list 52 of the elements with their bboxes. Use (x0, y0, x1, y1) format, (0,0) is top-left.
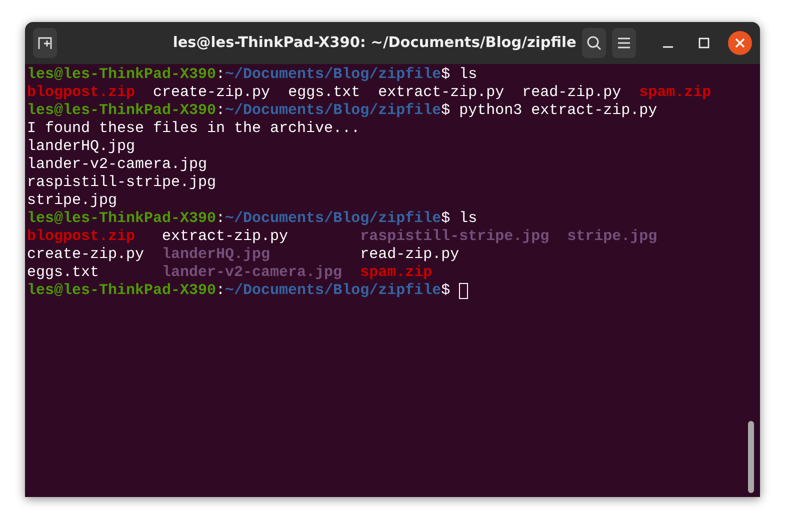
output-line: landerHQ.jpg (27, 138, 136, 156)
file-name: read-zip.py (522, 84, 622, 102)
file-name: eggs.txt (288, 84, 360, 102)
file-name: stripe.jpg (567, 228, 658, 246)
prompt-path: ~/Documents/Blog/zipfile (225, 282, 442, 300)
search-icon (586, 35, 602, 51)
prompt-path: ~/Documents/Blog/zipfile (225, 66, 442, 84)
maximize-icon (698, 37, 710, 49)
output-line: raspistill-stripe.jpg (27, 174, 216, 192)
command-text: ls (459, 210, 478, 228)
new-tab-icon (36, 35, 53, 51)
menu-button[interactable] (612, 28, 636, 58)
prompt-sign: $ (441, 66, 450, 84)
output-line: lander-v2-camera.jpg (27, 156, 208, 174)
file-name: blogpost.zip (27, 84, 136, 102)
file-name: read-zip.py (360, 246, 460, 264)
close-button[interactable] (728, 31, 752, 55)
search-button[interactable] (582, 28, 606, 58)
prompt-sign: $ (441, 210, 450, 228)
prompt-separator: : (216, 102, 226, 120)
file-name: create-zip.py (153, 84, 270, 102)
prompt-user: les@les-ThinkPad-X390 (27, 66, 216, 84)
prompt-user: les@les-ThinkPad-X390 (27, 282, 216, 300)
file-name: blogpost.zip (27, 228, 136, 246)
file-name: eggs.txt (27, 264, 100, 282)
minimize-icon (663, 46, 674, 48)
new-tab-button[interactable] (33, 28, 57, 58)
close-icon (735, 38, 746, 48)
prompt-sign: $ (441, 282, 450, 300)
prompt-separator: : (216, 210, 226, 228)
command-text: python3 extract-zip.py (459, 102, 658, 120)
file-name: landerHQ.jpg (162, 246, 272, 264)
window-title: les@les-ThinkPad-X390: ~/Documents/Blog/zipfile (172, 35, 576, 51)
prompt-user: les@les-ThinkPad-X390 (27, 102, 216, 120)
prompt-separator: : (216, 66, 226, 84)
prompt-separator: : (216, 282, 226, 300)
file-name: spam.zip (360, 264, 434, 282)
file-name: lander-v2-camera.jpg (162, 264, 342, 282)
scrollbar-thumb[interactable] (748, 421, 754, 493)
file-name: spam.zip (639, 84, 712, 102)
file-name: extract-zip.py (162, 228, 290, 246)
file-name: create-zip.py (27, 246, 144, 264)
prompt-sign: $ (441, 102, 450, 120)
file-name: extract-zip.py (378, 84, 504, 102)
command-text: ls (459, 66, 478, 84)
prompt-path: ~/Documents/Blog/zipfile (225, 102, 442, 120)
output-line: stripe.jpg (27, 192, 118, 210)
prompt-user: les@les-ThinkPad-X390 (27, 210, 216, 228)
output-line: I found these files in the archive... (27, 120, 360, 138)
prompt-path: ~/Documents/Blog/zipfile (225, 210, 442, 228)
file-name: raspistill-stripe.jpg (360, 228, 550, 246)
menu-icon (617, 37, 632, 49)
